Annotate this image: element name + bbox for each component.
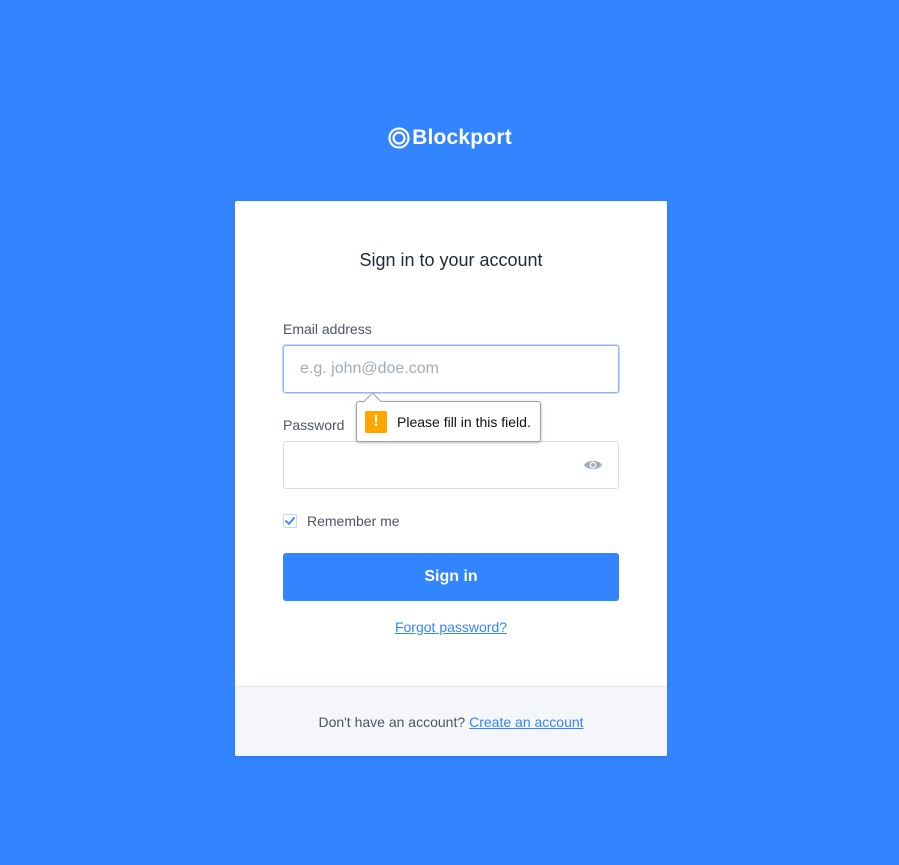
eye-icon[interactable] bbox=[583, 457, 603, 473]
card-footer: Don't have an account? Create an account bbox=[235, 686, 667, 756]
signin-card: Sign in to your account Email address Pa… bbox=[235, 201, 667, 756]
remember-me-checkbox[interactable] bbox=[283, 514, 297, 528]
signin-button[interactable]: Sign in bbox=[283, 553, 619, 601]
email-label: Email address bbox=[283, 321, 372, 337]
remember-me-label: Remember me bbox=[307, 513, 400, 529]
checkmark-icon bbox=[285, 517, 295, 525]
remember-me: Remember me bbox=[283, 513, 400, 529]
forgot-password: Forgot password? bbox=[235, 619, 667, 635]
forgot-password-link[interactable]: Forgot password? bbox=[395, 619, 507, 635]
email-field[interactable] bbox=[283, 345, 619, 393]
password-field[interactable] bbox=[283, 441, 619, 489]
validation-message: Please fill in this field. bbox=[397, 413, 531, 430]
brand-header: Blockport bbox=[0, 126, 899, 150]
blockport-logo-icon bbox=[388, 127, 410, 149]
warning-icon: ! bbox=[365, 410, 387, 433]
footer-text: Don't have an account? bbox=[318, 713, 466, 730]
validation-tooltip: ! Please fill in this field. bbox=[356, 392, 541, 442]
brand-name: Blockport bbox=[412, 126, 512, 149]
password-label: Password bbox=[283, 417, 345, 433]
page-title: Sign in to your account bbox=[359, 250, 543, 270]
create-account-link[interactable]: Create an account bbox=[469, 714, 583, 730]
